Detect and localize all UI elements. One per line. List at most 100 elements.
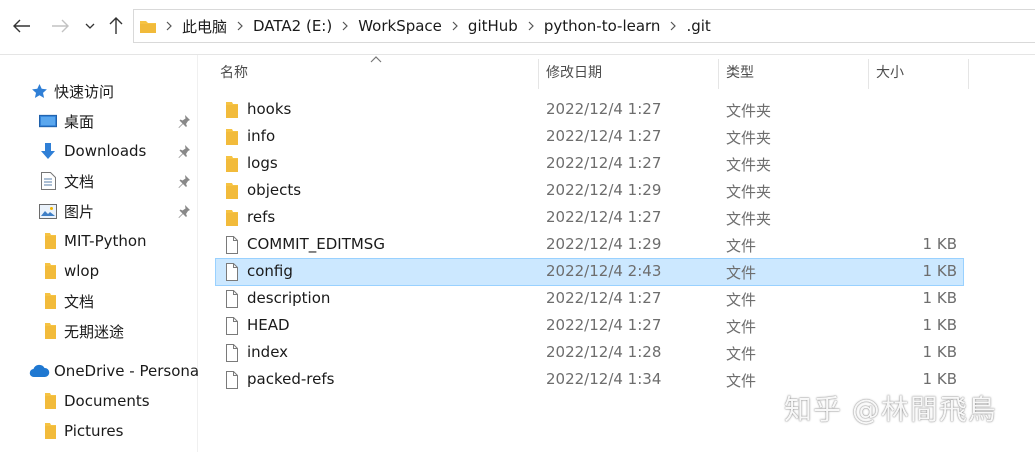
address-bar[interactable]: 此电脑 DATA2 (E:) WorkSpace gitHub python-t…	[133, 9, 1035, 43]
pin-icon[interactable]	[177, 204, 191, 218]
file-row-objects[interactable]: objects 2022/12/4 1:29 文件夹	[216, 178, 963, 204]
sidebar-item-mit-python[interactable]: MIT-Python	[0, 227, 197, 255]
recent-locations-button[interactable]	[80, 14, 100, 38]
file-size: 1 KB	[922, 262, 957, 280]
file-row-description[interactable]: description 2022/12/4 1:27 文件 1 KB	[216, 286, 963, 312]
sidebar-item-desktop[interactable]: 桌面	[0, 107, 197, 135]
breadcrumb-separator[interactable]	[156, 21, 182, 31]
breadcrumb-this-pc[interactable]: 此电脑	[182, 16, 227, 37]
file-row-commit-editmsg[interactable]: COMMIT_EDITMSG 2022/12/4 1:29 文件 1 KB	[216, 232, 963, 258]
watermark: 知乎 @林間飛鳥	[784, 393, 997, 426]
file-size: 1 KB	[922, 370, 957, 388]
sidebar-item-pictures[interactable]: 图片	[0, 197, 197, 225]
file-row-index[interactable]: index 2022/12/4 1:28 文件 1 KB	[216, 340, 963, 366]
forward-button[interactable]	[48, 14, 72, 38]
up-button[interactable]	[104, 14, 128, 38]
sort-ascending-icon	[370, 56, 382, 63]
breadcrumb-workspace[interactable]: WorkSpace	[358, 17, 442, 35]
back-button[interactable]	[10, 14, 34, 38]
sidebar-item-onedrive-documents[interactable]: Documents	[0, 387, 197, 415]
breadcrumb-drive[interactable]: DATA2 (E:)	[253, 17, 332, 35]
breadcrumb-separator[interactable]	[332, 21, 358, 31]
file-modified: 2022/12/4 1:27	[546, 289, 662, 307]
file-type: 文件夹	[726, 129, 772, 147]
sidebar-item-documents[interactable]: 文档	[0, 167, 197, 195]
file-name: index	[247, 343, 289, 361]
sidebar-item-label: 文档	[64, 292, 95, 311]
column-divider[interactable]	[968, 59, 969, 89]
file-icon	[226, 344, 238, 362]
file-icon	[226, 317, 238, 335]
arrow-right-icon	[52, 19, 69, 33]
file-size: 1 KB	[922, 289, 957, 307]
file-modified: 2022/12/4 1:27	[546, 316, 662, 334]
file-type: 文件	[726, 318, 757, 336]
breadcrumb-git[interactable]: .git	[686, 17, 710, 35]
sidebar-item-label: 图片	[64, 202, 95, 221]
file-row-hooks[interactable]: hooks 2022/12/4 1:27 文件夹	[216, 97, 963, 123]
sidebar-item-label: 无期迷途	[64, 322, 125, 341]
desktop-icon	[39, 112, 57, 130]
column-header-modified[interactable]: 修改日期	[546, 55, 602, 89]
file-row-logs[interactable]: logs 2022/12/4 1:27 文件夹	[216, 151, 963, 177]
file-type: 文件夹	[726, 156, 772, 174]
sidebar-item-label: MIT-Python	[64, 232, 147, 250]
pin-icon[interactable]	[177, 144, 191, 158]
breadcrumb-repo[interactable]: python-to-learn	[544, 17, 661, 35]
breadcrumb-separator[interactable]	[518, 21, 544, 31]
column-header-size[interactable]: 大小	[876, 55, 904, 89]
column-divider[interactable]	[718, 59, 719, 89]
sidebar-item-downloads[interactable]: Downloads	[0, 137, 197, 165]
sidebar-onedrive[interactable]: OneDrive - Persona	[0, 357, 200, 385]
column-header-type[interactable]: 类型	[726, 55, 754, 89]
sidebar-item-wuqimitu[interactable]: 无期迷途	[0, 317, 197, 345]
file-type: 文件	[726, 237, 757, 255]
file-modified: 2022/12/4 1:27	[546, 154, 662, 172]
file-row-refs[interactable]: refs 2022/12/4 1:27 文件夹	[216, 205, 963, 231]
column-divider[interactable]	[538, 59, 539, 89]
file-type: 文件	[726, 345, 757, 363]
cloud-icon	[28, 362, 50, 380]
file-name: refs	[247, 208, 276, 226]
file-name: HEAD	[247, 316, 290, 334]
sidebar-item-documents-folder[interactable]: 文档	[0, 287, 197, 315]
file-modified: 2022/12/4 1:34	[546, 370, 662, 388]
file-modified: 2022/12/4 1:27	[546, 100, 662, 118]
file-row-info[interactable]: info 2022/12/4 1:27 文件夹	[216, 124, 963, 150]
file-modified: 2022/12/4 1:27	[546, 127, 662, 145]
sidebar-onedrive-label: OneDrive - Persona	[54, 362, 200, 380]
arrow-up-icon	[109, 17, 123, 34]
chevron-right-icon	[452, 21, 458, 31]
file-modified: 2022/12/4 1:29	[546, 235, 662, 253]
folder-icon	[226, 129, 238, 145]
sidebar-quick-access[interactable]: 快速访问	[0, 77, 197, 105]
breadcrumb-separator[interactable]	[660, 21, 686, 31]
folder-icon	[226, 183, 238, 199]
breadcrumb-separator[interactable]	[442, 21, 468, 31]
sidebar-item-label: 桌面	[64, 112, 95, 131]
chevron-right-icon	[237, 21, 243, 31]
pin-icon[interactable]	[177, 114, 191, 128]
sidebar-quick-access-label: 快速访问	[54, 82, 115, 101]
file-row-head[interactable]: HEAD 2022/12/4 1:27 文件 1 KB	[216, 313, 963, 339]
chevron-right-icon	[166, 21, 172, 31]
breadcrumb-github[interactable]: gitHub	[468, 17, 518, 35]
column-header-name[interactable]: 名称	[220, 55, 248, 89]
file-name: logs	[247, 154, 278, 172]
column-divider[interactable]	[868, 59, 869, 89]
chevron-down-icon	[85, 23, 95, 29]
folder-icon	[226, 156, 238, 172]
folder-icon	[140, 21, 156, 33]
breadcrumb-separator[interactable]	[227, 21, 253, 31]
sidebar-item-wlop[interactable]: wlop	[0, 257, 197, 285]
pin-icon[interactable]	[177, 174, 191, 188]
sidebar-item-onedrive-pictures[interactable]: Pictures	[0, 417, 197, 445]
file-modified: 2022/12/4 1:29	[546, 181, 662, 199]
document-icon	[39, 172, 57, 190]
file-name: config	[247, 262, 293, 280]
download-icon	[39, 142, 57, 160]
navigation-toolbar: 此电脑 DATA2 (E:) WorkSpace gitHub python-t…	[0, 0, 1035, 55]
file-modified: 2022/12/4 1:27	[546, 208, 662, 226]
file-row-config[interactable]: config 2022/12/4 2:43 文件 1 KB	[215, 258, 964, 286]
file-modified: 2022/12/4 2:43	[546, 262, 662, 280]
